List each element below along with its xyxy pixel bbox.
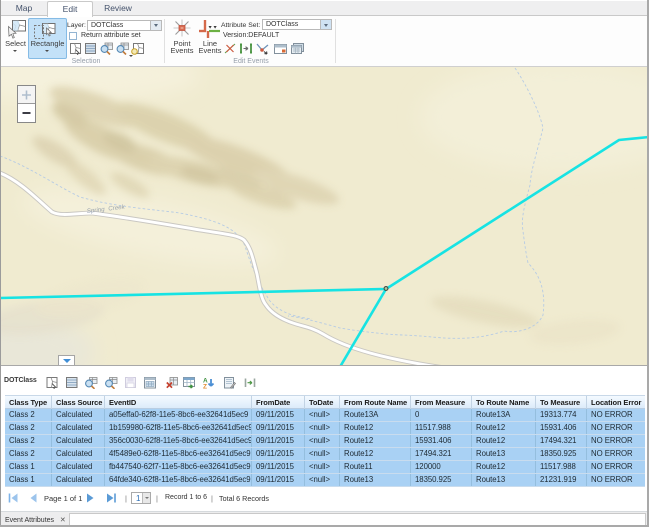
svg-text:Z: Z bbox=[203, 384, 207, 390]
